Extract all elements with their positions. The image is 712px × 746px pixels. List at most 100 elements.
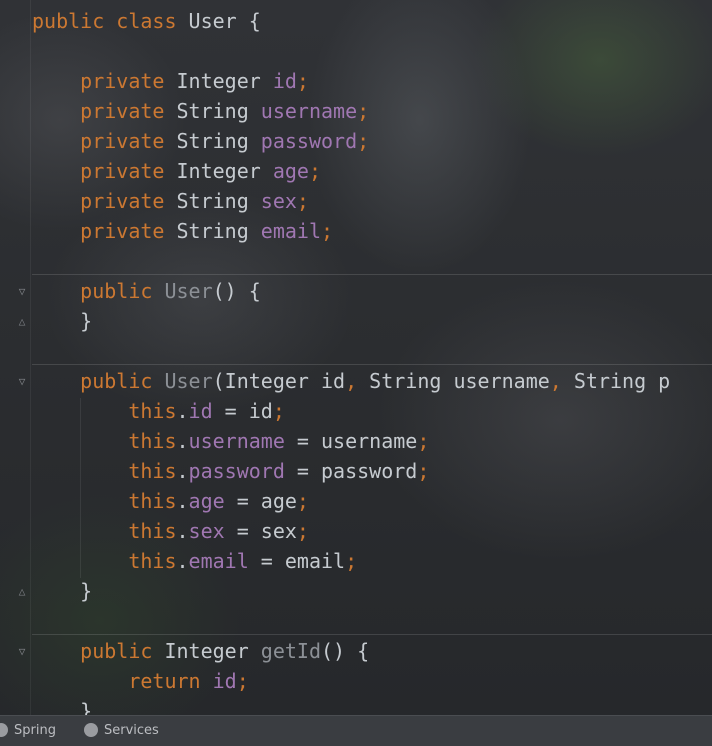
code-token: age [188,489,225,513]
code-token: Integer [176,69,273,93]
code-token: , [549,369,574,393]
code-line: return id; [32,666,249,696]
code-token: sex [260,189,297,213]
code-token: return [32,669,213,693]
code-token: this [32,429,177,453]
code-token: . [176,549,189,573]
code-token: public [32,9,117,33]
code-line: this.username = username; [32,426,429,456]
code-line: this.id = id; [32,396,285,426]
code-token: () { [212,279,261,303]
spring-tab[interactable]: Spring [0,716,56,746]
code-token: } [32,309,93,333]
code-token: email [260,219,322,243]
code-token: private [32,69,177,93]
code-line: private Integer age; [32,156,321,186]
code-token: private [32,189,177,213]
code-token: password [260,129,358,153]
code-line: this.age = age; [32,486,309,516]
code-line: private String email; [32,216,333,246]
code-token: String [176,99,261,123]
code-line: } [32,306,92,336]
code-token: , [345,369,370,393]
code-token: String [176,219,261,243]
spring-icon [0,722,8,737]
code-line: this.email = email; [32,546,357,576]
code-token: public [32,639,165,663]
code-token: Integer [176,159,273,183]
code-token: Integer [164,639,261,663]
code-token: ; [417,459,430,483]
code-token: getId [260,639,321,663]
code-token: ; [357,129,370,153]
code-token: ; [296,519,309,543]
spring-tab-label: Spring [14,723,56,738]
code-line: private Integer id; [32,66,309,96]
code-token: User [164,279,213,303]
code-line: } [32,576,92,606]
code-token: ; [272,399,285,423]
code-line: public Integer getId() { [32,636,369,666]
code-token: age [272,159,309,183]
code-token: username [188,429,285,453]
code-line: private String username; [32,96,369,126]
services-tab-label: Services [104,723,159,738]
code-token: . [176,489,189,513]
tool-window-bar: Spring Services [0,715,712,746]
code-token: . [176,399,189,423]
code-token: ; [296,69,309,93]
code-token: } [32,579,93,603]
code-token: private [32,99,177,123]
code-line: } [32,696,92,715]
code-line: public User(Integer id, String username,… [32,366,670,396]
code-token: . [176,459,189,483]
code-token: email [188,549,249,573]
code-editor[interactable]: public class User { private Integer id; … [0,0,712,715]
code-line: public class User { [32,6,261,36]
code-token: class [116,9,189,33]
code-token: () { [321,639,370,663]
code-line: private String sex; [32,186,309,216]
code-token: ; [345,549,358,573]
code-token: . [176,429,189,453]
code-token: ; [296,189,309,213]
code-line: public User() { [32,276,261,306]
code-token: ; [308,159,321,183]
code-token: this [32,549,177,573]
code-token: id [188,399,213,423]
code-token: id [272,69,297,93]
code-token: this [32,459,177,483]
services-tab[interactable]: Services [84,716,159,746]
code-token: ; [321,219,334,243]
code-token: = username [284,429,418,453]
code-token: = email [248,549,346,573]
code-token: { [248,9,261,33]
play-circle-icon [84,722,98,737]
code-token: ; [417,429,430,453]
code-token: private [32,219,177,243]
code-token: public [32,369,165,393]
code-token: User [164,369,213,393]
code-token: = sex [224,519,297,543]
code-token: String p [573,369,671,393]
code-token: username [260,99,358,123]
code-token: ; [296,489,309,513]
code-token: } [32,699,93,715]
code-token: = password [284,459,418,483]
code-line: this.password = password; [32,456,429,486]
code-line: this.sex = sex; [32,516,309,546]
code-token: ; [357,99,370,123]
code-token: this [32,489,177,513]
code-token: String [176,129,261,153]
code-token: sex [188,519,225,543]
code-token: (Integer id [212,369,346,393]
code-token: private [32,159,177,183]
code-token: = id [212,399,273,423]
code-token: password [188,459,285,483]
code-token: String [176,189,261,213]
code-token: this [32,399,177,423]
code-token: ; [236,669,249,693]
code-token: this [32,519,177,543]
code-token: id [212,669,237,693]
code-token: . [176,519,189,543]
